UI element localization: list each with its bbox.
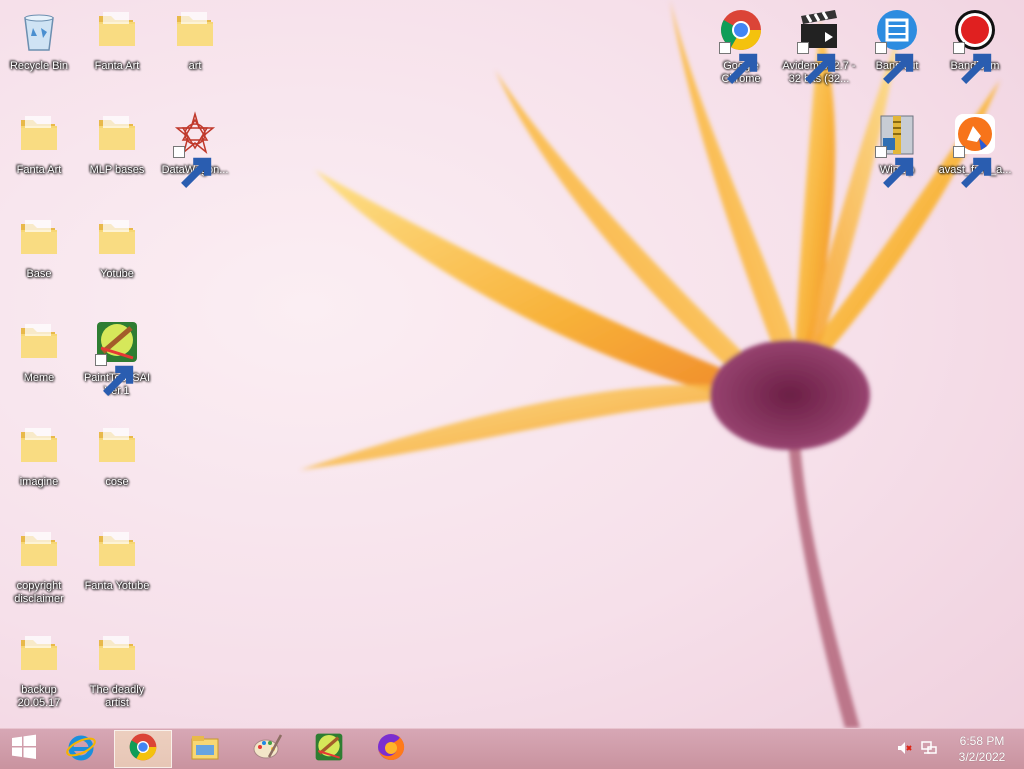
folder-icon — [15, 526, 63, 574]
desktop-icon-label: Recycle Bin — [9, 60, 69, 72]
bandicut-icon — [873, 6, 921, 84]
desktop-icon-google-chrome-shortcut[interactable]: Google Chrome — [703, 6, 779, 86]
desktop-icon-folder-yotube[interactable]: Yotube — [79, 214, 155, 281]
taskbar-painttool-sai-button[interactable] — [300, 730, 358, 768]
folder-icon — [93, 214, 141, 262]
desktop-icon-bandicut-shortcut[interactable]: Bandicut — [859, 6, 935, 84]
taskbar-paint-button[interactable] — [238, 730, 296, 768]
clock-date: 3/2/2022 — [958, 750, 1006, 764]
file-explorer-icon — [189, 731, 221, 768]
folder-icon — [93, 6, 141, 54]
folder-icon — [15, 214, 63, 262]
desktop-icon-folder-the-deadly-artist[interactable]: The deadly artist — [79, 630, 155, 710]
shortcut-arrow-icon — [953, 42, 992, 84]
desktop-icon-label: Meme — [23, 372, 55, 384]
folder-icon — [15, 422, 63, 470]
shortcut-arrow-icon — [95, 354, 134, 396]
desktop-icon-winzip-shortcut[interactable]: WinZip — [859, 110, 935, 188]
desktop-icon-folder-copyright-disclaimer[interactable]: copyright disclaimer — [1, 526, 77, 606]
desktop-icon-label: Fanta Art — [16, 164, 62, 176]
taskbar-google-chrome-button[interactable] — [114, 730, 172, 768]
desktop-icon-avast-shortcut[interactable]: avast_free_a... — [937, 110, 1013, 188]
folder-icon — [93, 630, 141, 678]
folder-icon — [93, 526, 141, 574]
taskbar-internet-explorer-button[interactable] — [52, 730, 110, 768]
desktop-icon-folder-fanta-art-2[interactable]: Fanta Art — [1, 110, 77, 177]
taskbar-firefox-button[interactable] — [362, 730, 420, 768]
desktop-icon-painttool-sai-shortcut[interactable]: PaintTool SAI Ver.1 — [79, 318, 155, 398]
folder-icon — [171, 6, 219, 54]
folder-icon — [15, 110, 63, 158]
desktop-icon-label: backup 20.05.17 — [17, 684, 61, 709]
taskbar: 6:58 PM 3/2/2022 — [0, 728, 1024, 769]
shortcut-arrow-icon — [875, 146, 914, 188]
datawagon-icon — [171, 110, 219, 188]
windows-start-icon — [10, 733, 38, 766]
chrome-icon — [717, 6, 765, 84]
recycle-bin-icon — [15, 6, 63, 54]
avast-icon — [951, 110, 999, 188]
winzip-icon — [873, 110, 921, 188]
desktop-icon-datawagon-shortcut[interactable]: DataWagon... — [157, 110, 233, 188]
folder-icon — [15, 318, 63, 366]
desktop-icon-folder-base[interactable]: Base — [1, 214, 77, 281]
folder-icon — [93, 422, 141, 470]
desktop-icon-folder-fanta-art-1[interactable]: Fanta Art — [79, 6, 155, 73]
desktop-icon-bandicam-shortcut[interactable]: Bandicam — [937, 6, 1013, 84]
painttool-sai-icon — [93, 318, 141, 396]
folder-icon — [93, 110, 141, 158]
speaker-muted-icon[interactable] — [896, 739, 914, 757]
desktop-icon-label: copyright disclaimer — [14, 580, 64, 605]
shortcut-arrow-icon — [173, 146, 212, 188]
taskbar-file-explorer-button[interactable] — [176, 730, 234, 768]
desktop-icon-label: art — [188, 60, 202, 72]
desktop-icon-folder-backup[interactable]: backup 20.05.17 — [1, 630, 77, 710]
system-clock[interactable]: 6:58 PM 3/2/2022 — [950, 733, 1014, 765]
desktop-icon-label: Yotube — [100, 268, 134, 280]
shortcut-arrow-icon — [719, 42, 758, 84]
desktop-icon-label: cose — [105, 476, 129, 488]
bandicam-icon — [951, 6, 999, 84]
shortcut-arrow-icon — [875, 42, 914, 84]
desktop-icon-label: MLP bases — [89, 164, 145, 176]
start-button[interactable] — [0, 730, 48, 768]
firefox-icon — [375, 731, 407, 768]
desktop-icon-folder-cose[interactable]: cose — [79, 422, 155, 489]
shortcut-arrow-icon — [797, 42, 836, 84]
desktop-icon-label: imagine — [19, 476, 59, 488]
network-icon[interactable] — [920, 739, 938, 757]
chrome-icon — [127, 731, 159, 768]
folder-icon — [15, 630, 63, 678]
desktop-icon-recycle-bin[interactable]: Recycle Bin — [1, 6, 77, 73]
desktop-icon-label: The deadly artist — [89, 684, 145, 709]
desktop-icon-folder-fanta-yotube[interactable]: Fanta Yotube — [79, 526, 155, 593]
desktop-icon-folder-art[interactable]: art — [157, 6, 233, 73]
desktop-icon-label: Fanta Yotube — [84, 580, 150, 592]
desktop-icon-label: Fanta Art — [94, 60, 140, 72]
desktop-icon-folder-imagine[interactable]: imagine — [1, 422, 77, 489]
clock-time: 6:58 PM — [959, 734, 1005, 748]
internet-explorer-icon — [65, 731, 97, 768]
desktop-icon-avidemux-shortcut[interactable]: Avidemux 2.7 - 32 bits (32... — [781, 6, 857, 86]
paint-palette-icon — [251, 731, 283, 768]
avidemux-icon — [795, 6, 843, 84]
desktop-icon-folder-meme[interactable]: Meme — [1, 318, 77, 385]
desktop-icon-label: Base — [26, 268, 52, 280]
shortcut-arrow-icon — [953, 146, 992, 188]
painttool-sai-icon — [313, 731, 345, 768]
desktop-icon-folder-mlp-bases[interactable]: MLP bases — [79, 110, 155, 177]
